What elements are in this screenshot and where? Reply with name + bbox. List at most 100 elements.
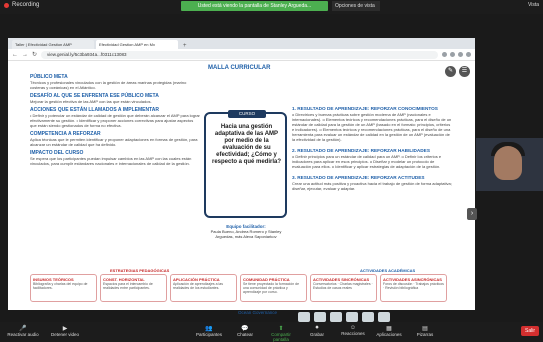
block-text: Técnicos y profesionales vinculados con … xyxy=(30,80,187,90)
genially-content: MALLA CURRICULAR ✎ ☰ PÚBLICO META Técnic… xyxy=(8,62,475,337)
strategies-title: ESTRATEGIAS PEDAGÓGICAS xyxy=(110,268,170,273)
toolbar-label: Chatear xyxy=(236,332,253,337)
extension-icon[interactable] xyxy=(442,52,447,57)
toolbar-label: Detener video xyxy=(50,332,80,337)
card-text: Conversatorios · Charlas magistrales · E… xyxy=(313,282,373,290)
result-text: Crear una actitud más positiva y proacti… xyxy=(292,181,452,191)
participants-button[interactable]: 👥 Participantes xyxy=(192,325,226,337)
card-row: INSUMOS TEÓRICOS Bibliografía y charlas d… xyxy=(30,274,460,302)
browser-tab[interactable]: Taller | Efectividad Gestion AMP xyxy=(12,40,94,49)
strategy-card: COMUNIDAD PRÁCTICA Se tiene proyectado la… xyxy=(240,274,307,302)
card-text: Aplicación de aprendizajes a las realida… xyxy=(173,282,224,290)
block-text: Aplica técnicas que le permiten identifi… xyxy=(30,137,198,147)
address-bar: ← → ↻ view.genial.ly/5c3ba934a...f0311c1… xyxy=(8,49,475,61)
forward-icon[interactable]: → xyxy=(22,52,28,58)
extension-icon[interactable] xyxy=(450,52,455,57)
toolbar-label: Participantes xyxy=(195,332,222,337)
card-text: Espacios para el intercambio de realidad… xyxy=(103,282,153,290)
video-button[interactable]: ▶ Detener video xyxy=(48,325,82,337)
wwf-logo-icon xyxy=(346,312,358,322)
toolbar-label: Grabar xyxy=(309,332,324,337)
block-text: Se espera que los participantes puedan i… xyxy=(30,156,192,166)
back-icon[interactable]: ← xyxy=(12,52,18,58)
apps-icon: ▦ xyxy=(386,326,392,332)
mute-button[interactable]: 🎤 Reactivar audio xyxy=(6,325,40,337)
bottom-section: ESTRATEGIAS PEDAGÓGICAS ACTIVIDADES ACAD… xyxy=(30,268,460,302)
participant-video[interactable] xyxy=(476,138,543,191)
result-text: o Definir principios para un estándar de… xyxy=(292,154,442,169)
share-screen-button[interactable]: ⬆ Compartir pantalla xyxy=(264,325,298,342)
card-text: Se tiene proyectado la formación de una … xyxy=(243,282,300,294)
view-options-button[interactable]: Opciones de vista xyxy=(332,1,380,11)
chat-icon: 💬 xyxy=(241,326,249,332)
left-block: IMPACTO DEL CURSO Se espera que los part… xyxy=(30,150,200,166)
participants-icon: 👥 xyxy=(205,326,213,332)
browser-tab-active[interactable]: Efectividad Gestion AMP en Mx xyxy=(96,40,178,49)
chat-button[interactable]: 💬 Chatear xyxy=(228,325,262,337)
block-text: • Definir y potenciar un estándar de cal… xyxy=(30,113,200,128)
left-column: PÚBLICO META Técnicos y profesionales vi… xyxy=(30,74,200,169)
edit-icon[interactable]: ✎ xyxy=(445,66,456,77)
apps-button[interactable]: ▦ Aplicaciones xyxy=(372,325,406,337)
eu-logo-icon xyxy=(298,312,310,322)
course-question: Hacia una gestión adaptativa de las AMP … xyxy=(211,124,282,165)
record-button[interactable]: ⏺ Grabar xyxy=(300,325,334,337)
browser-window: Taller | Efectividad Gestion AMP Efectiv… xyxy=(8,38,477,337)
facilitator-team: Equipo facilitador: Paula Bueno, Andrea … xyxy=(208,224,284,239)
new-tab-icon[interactable]: + xyxy=(180,43,190,49)
course-tag: CURSO xyxy=(228,110,266,118)
result-title: 2. RESULTADO DE APRENDIZAJE: REFORZAR HA… xyxy=(292,148,430,153)
whiteboards-button[interactable]: ▤ Pizarras xyxy=(408,325,442,337)
profile-icon[interactable] xyxy=(466,52,471,57)
menu-icon[interactable]: ☰ xyxy=(459,66,470,77)
wcs-logo-icon xyxy=(314,312,326,322)
zoom-toolbar: 🎤 Reactivar audio ▶ Detener video 👥 Partici… xyxy=(0,322,543,342)
iucn-logo-icon xyxy=(330,312,342,322)
toolbar-label: Reactivar audio xyxy=(7,332,39,337)
whiteboard-icon: ▤ xyxy=(422,326,428,332)
left-block: PÚBLICO META Técnicos y profesionales vi… xyxy=(30,74,200,90)
strategy-card: APLICACIÓN PRÁCTICA Aplicación de aprendi… xyxy=(170,274,237,302)
card-text: Bibliografía y charlas del equipo de fac… xyxy=(33,282,88,290)
result-title: 3. RESULTADO DE APRENDIZAJE: REFORZAR AC… xyxy=(292,175,425,180)
ocean-governance-logo: Ocean Governance xyxy=(238,310,278,315)
activities-title: ACTIVIDADES ACADÉMICAS xyxy=(360,268,416,273)
result-text: o Directrices y buenas prácticas sobre g… xyxy=(292,112,452,142)
zoom-top-bar: Recording Usted está viendo la pantalla … xyxy=(0,0,543,14)
share-icon: ⬆ xyxy=(278,326,284,332)
result-block: 2. RESULTADO DE APRENDIZAJE: REFORZAR HA… xyxy=(292,148,452,169)
end-button[interactable]: Salir xyxy=(521,326,539,336)
video-feed xyxy=(494,146,522,180)
right-column: 1. RESULTADO DE APRENDIZAJE: REFORZAR CO… xyxy=(292,106,452,197)
strategy-card: CONST. HORIZONTAL Espacios para el interc… xyxy=(100,274,167,302)
left-block: ACCIONES QUE ESTÁN LLAMADOS A IMPLEMENTA… xyxy=(30,107,200,128)
toolbar-label: Compartir pantalla xyxy=(271,332,291,342)
partner-logos xyxy=(298,312,390,322)
partner-logo-icon xyxy=(378,312,390,322)
course-card: CURSO Hacia una gestión adaptativa de la… xyxy=(204,110,287,218)
url-field[interactable]: view.genial.ly/5c3ba934a...f0311c13083 xyxy=(41,50,438,59)
toolbar-label: Reacciones xyxy=(341,331,365,336)
activity-card: ACTIVIDADES SINCRÓNICAS Conversatorios · … xyxy=(310,274,377,302)
partner-logo-icon xyxy=(362,312,374,322)
toolbar-label: Pizarras xyxy=(416,332,434,337)
microphone-icon: 🎤 xyxy=(19,326,27,332)
result-block: 3. RESULTADO DE APRENDIZAJE: REFORZAR AC… xyxy=(292,175,452,191)
extensions xyxy=(442,52,471,57)
left-block: DESAFÍO AL QUE SE ENFRENTA ESE PÚBLICO M… xyxy=(30,93,200,104)
toolbar-label: Aplicaciones xyxy=(376,332,402,337)
reactions-button[interactable]: ☺ Reacciones xyxy=(336,325,370,336)
result-title: 1. RESULTADO DE APRENDIZAJE: REFORZAR CO… xyxy=(292,106,438,111)
tab-bar: Taller | Efectividad Gestion AMP Efectiv… xyxy=(8,38,475,49)
strategy-card: INSUMOS TEÓRICOS Bibliografía y charlas d… xyxy=(30,274,97,302)
card-text: Foros de discusión · Trabajos prácticos … xyxy=(383,282,444,290)
result-block: 1. RESULTADO DE APRENDIZAJE: REFORZAR CO… xyxy=(292,106,452,142)
activity-card: ACTIVIDADES ASINCRÓNICAS Foros de discusi… xyxy=(380,274,447,302)
recording-indicator[interactable]: Recording xyxy=(4,2,39,8)
video-icon: ▶ xyxy=(62,326,68,332)
extension-icon[interactable] xyxy=(458,52,463,57)
view-button[interactable]: Vista xyxy=(528,2,539,8)
reload-icon[interactable]: ↻ xyxy=(32,51,37,58)
record-icon xyxy=(4,2,9,8)
next-arrow-icon[interactable]: › xyxy=(467,208,477,220)
